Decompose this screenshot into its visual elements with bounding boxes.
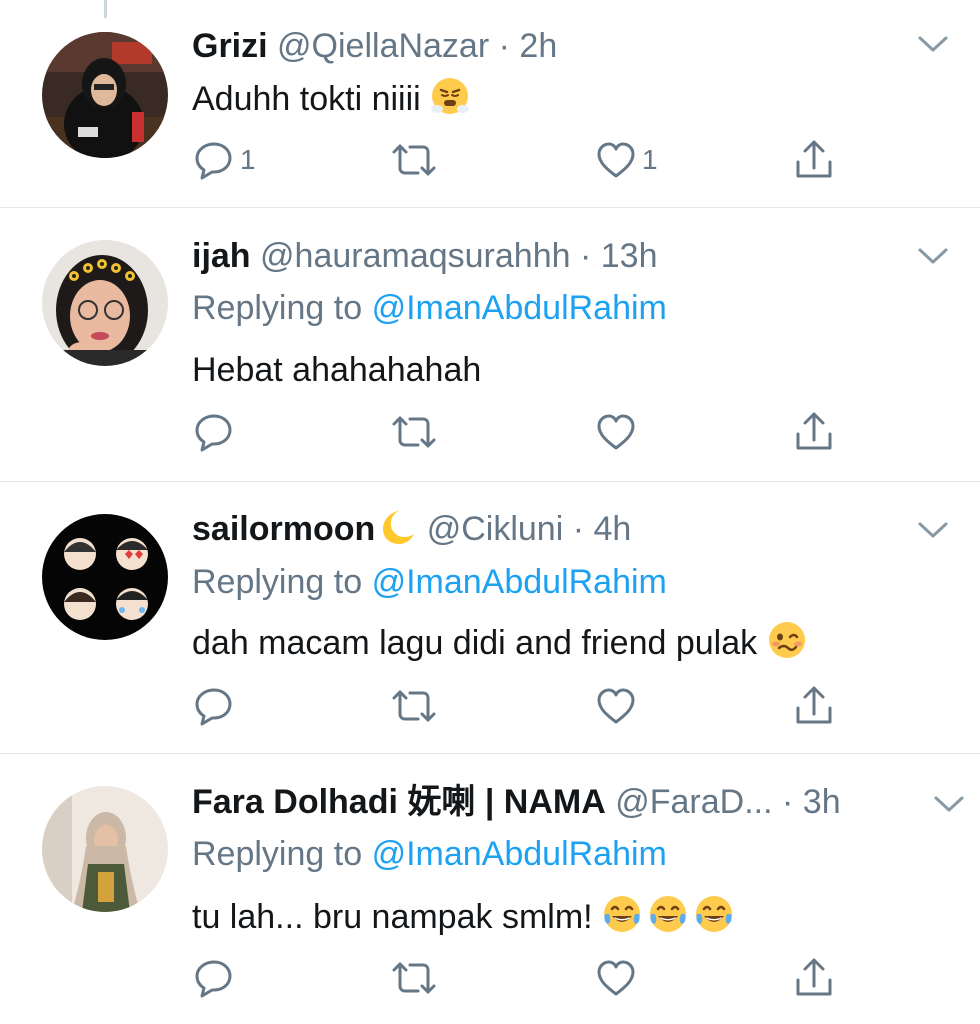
tweet-actions	[192, 684, 980, 728]
chevron-down-icon[interactable]	[916, 32, 950, 56]
display-name[interactable]: Fara Dolhadi 妩喇 | NAMA	[192, 783, 606, 821]
tweet[interactable]: sailormoon @Cikluni · 4h Replying to @Im…	[0, 482, 980, 754]
like-button[interactable]	[594, 956, 642, 1000]
timestamp[interactable]: 4h	[594, 510, 632, 548]
share-icon	[796, 958, 832, 996]
tweet[interactable]: Fara Dolhadi 妩喇 | NAMA @FaraD... · 3h Re…	[0, 754, 980, 1024]
reply-mention-link[interactable]: @ImanAbdulRahim	[372, 563, 667, 601]
separator-dot: ·	[579, 237, 592, 275]
share-button[interactable]	[792, 138, 836, 182]
reply-mention-link[interactable]: @ImanAbdulRahim	[372, 835, 667, 873]
display-name[interactable]: sailormoon	[192, 510, 375, 548]
user-handle[interactable]: @QiellaNazar	[277, 27, 489, 65]
tweet-text-content: Hebat ahahahahah	[192, 351, 482, 389]
tweet-text-content: Aduhh tokti niiii	[192, 80, 421, 118]
like-count: 1	[642, 144, 658, 175]
replying-to-label: Replying to	[192, 289, 363, 327]
reply-icon	[195, 960, 232, 998]
replying-to-label: Replying to	[192, 835, 363, 873]
tweet-actions	[192, 410, 980, 454]
like-icon	[597, 142, 635, 178]
avatar[interactable]	[42, 514, 168, 640]
like-icon	[597, 414, 635, 450]
chevron-down-icon[interactable]	[932, 792, 966, 816]
retweet-icon	[392, 962, 436, 994]
retweet-button[interactable]	[388, 956, 444, 1000]
separator-dot: ·	[498, 27, 510, 65]
tweet[interactable]: Grizi @QiellaNazar · 2h Aduhh tokti niii…	[0, 0, 980, 208]
like-icon	[597, 960, 635, 996]
retweet-icon	[392, 144, 436, 176]
crescent-moon-emoji-icon	[383, 510, 415, 544]
reply-button[interactable]: 1	[192, 138, 256, 182]
like-button[interactable]	[594, 684, 642, 728]
avatar[interactable]	[42, 240, 168, 366]
avatar[interactable]	[42, 32, 168, 158]
replying-to: Replying to @ImanAbdulRahim	[192, 286, 667, 330]
reply-icon	[195, 414, 232, 452]
share-button[interactable]	[792, 956, 836, 1000]
reply-button[interactable]	[192, 956, 240, 1000]
tweet-text: tu lah... bru nampak smlm!	[192, 894, 734, 939]
reply-icon	[195, 688, 232, 726]
reply-count: 1	[240, 144, 256, 175]
tweet[interactable]: ijah @hauramaqsurahhh · 13h Replying to …	[0, 208, 980, 482]
tweet-text: Hebat ahahahahah	[192, 348, 481, 392]
separator-dot: ·	[572, 510, 585, 548]
tweet-text: Aduhh tokti niiii	[192, 76, 470, 121]
chevron-down-icon[interactable]	[916, 518, 950, 542]
display-name[interactable]: ijah	[192, 237, 251, 275]
tweet-text: dah macam lagu didi and friend pulak	[192, 620, 807, 665]
timestamp[interactable]: 2h	[519, 27, 557, 65]
reply-button[interactable]	[192, 410, 240, 454]
like-button[interactable]	[594, 410, 642, 454]
tweet-text-content: tu lah... bru nampak smlm!	[192, 898, 593, 936]
chevron-down-icon[interactable]	[916, 244, 950, 268]
timestamp[interactable]: 3h	[803, 783, 841, 821]
retweet-button[interactable]	[388, 410, 444, 454]
reply-button[interactable]	[192, 684, 240, 728]
replying-to: Replying to @ImanAbdulRahim	[192, 832, 667, 876]
avatar[interactable]	[42, 786, 168, 912]
replying-to: Replying to @ImanAbdulRahim	[192, 560, 667, 604]
retweet-icon	[392, 416, 436, 448]
timestamp[interactable]: 13h	[601, 237, 658, 275]
tweet-text-content: dah macam lagu didi and friend pulak	[192, 624, 758, 662]
tears-of-joy-emoji-icon	[604, 896, 641, 932]
replying-to-label: Replying to	[192, 563, 363, 601]
share-icon	[796, 140, 832, 178]
retweet-button[interactable]	[388, 138, 444, 182]
separator-dot: ·	[782, 783, 794, 821]
share-icon	[796, 686, 832, 724]
share-button[interactable]	[792, 684, 836, 728]
display-name[interactable]: Grizi	[192, 27, 268, 65]
tears-of-joy-emoji-icon	[696, 896, 733, 932]
woozy-face-emoji-icon	[768, 622, 805, 658]
tweet-actions: 1 1	[192, 138, 980, 182]
tweet-actions	[192, 956, 980, 1000]
user-handle[interactable]: @Cikluni	[427, 510, 564, 548]
user-handle[interactable]: @hauramaqsurahhh	[260, 237, 570, 275]
triumph-face-emoji-icon	[431, 78, 470, 114]
like-button[interactable]: 1	[594, 138, 658, 182]
share-button[interactable]	[792, 410, 836, 454]
tears-of-joy-emoji-icon	[650, 896, 687, 932]
user-handle[interactable]: @FaraD...	[615, 783, 772, 821]
retweet-icon	[392, 690, 436, 722]
share-icon	[796, 412, 832, 450]
retweet-button[interactable]	[388, 684, 444, 728]
reply-icon	[195, 142, 232, 180]
reply-mention-link[interactable]: @ImanAbdulRahim	[372, 289, 667, 327]
like-icon	[597, 688, 635, 724]
